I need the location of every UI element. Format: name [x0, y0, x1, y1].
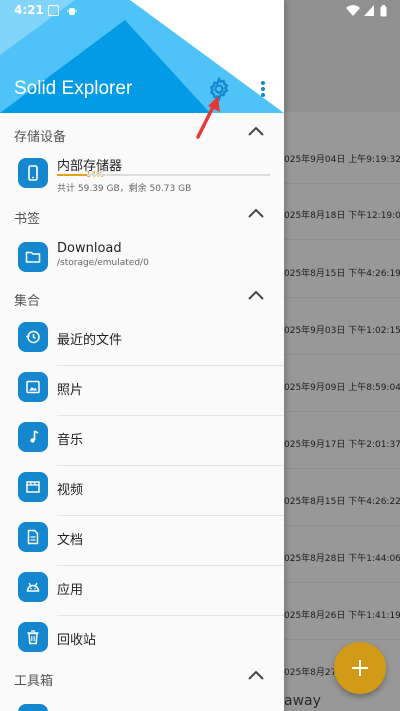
- section-label: 工具箱: [14, 674, 54, 689]
- collection-photos[interactable]: 照片: [0, 366, 284, 416]
- chevron-up-icon[interactable]: [246, 206, 266, 220]
- phone-icon: [18, 158, 48, 188]
- section-label: 书签: [14, 212, 41, 227]
- section-label: 集合: [14, 294, 41, 309]
- chevron-up-icon[interactable]: [246, 288, 266, 302]
- collection-label: 视频: [57, 483, 84, 498]
- android-icon: [18, 572, 48, 602]
- collection-label: 回收站: [57, 633, 97, 648]
- bug-icon: [67, 8, 77, 15]
- collection-label: 音乐: [57, 433, 84, 448]
- collection-videos[interactable]: 视频: [0, 466, 284, 516]
- toolbox-item-icon: [18, 704, 48, 711]
- folder-icon: [18, 242, 48, 272]
- chevron-up-icon[interactable]: [246, 124, 266, 138]
- collection-label: 最近的文件: [57, 333, 123, 348]
- chevron-up-icon[interactable]: [246, 668, 266, 682]
- collection-music[interactable]: 音乐: [0, 416, 284, 466]
- collection-label: 文档: [57, 533, 84, 548]
- collection-label: 照片: [57, 383, 84, 398]
- trash-icon: [18, 622, 48, 652]
- signal-icon: [364, 5, 374, 16]
- navigation-drawer: Solid Explorer 存储设备 内部存储器 14% 共计 59.39 G…: [0, 0, 284, 711]
- toolbox-item-partial[interactable]: [0, 696, 284, 711]
- collection-documents[interactable]: 文档: [0, 516, 284, 566]
- collection-recycle-bin[interactable]: 回收站: [0, 616, 284, 666]
- app-title: Solid Explorer: [14, 78, 133, 99]
- history-icon: [18, 322, 48, 352]
- image-icon: [18, 372, 48, 402]
- collection-recent-files[interactable]: 最近的文件: [0, 316, 284, 366]
- more-options-icon[interactable]: [254, 78, 272, 102]
- section-collections[interactable]: 集合: [0, 282, 284, 312]
- collection-label: 应用: [57, 583, 84, 598]
- collection-apps[interactable]: 应用: [0, 566, 284, 616]
- add-fab-button[interactable]: [334, 642, 386, 694]
- document-icon: [18, 522, 48, 552]
- notification-a-icon: [48, 5, 59, 16]
- section-bookmarks[interactable]: 书签: [0, 200, 284, 230]
- battery-icon: [380, 5, 387, 17]
- wifi-icon: [346, 5, 360, 16]
- storage-progress-fill: [57, 174, 87, 176]
- music-note-icon: [18, 422, 48, 452]
- section-label: 存储设备: [14, 130, 67, 145]
- annotation-arrow-icon: [196, 96, 220, 139]
- video-icon: [18, 472, 48, 502]
- storage-details: 共计 59.39 GB，剩余 50.73 GB: [57, 184, 192, 194]
- section-toolbox[interactable]: 工具箱: [0, 662, 284, 692]
- section-storage[interactable]: 存储设备: [0, 118, 284, 148]
- bookmark-path: /storage/emulated/0: [57, 258, 149, 268]
- status-time: 4:21: [14, 3, 44, 17]
- status-bar: 4:21: [0, 0, 400, 24]
- storage-progress-bar: [57, 174, 270, 176]
- bookmark-name: Download: [57, 241, 122, 256]
